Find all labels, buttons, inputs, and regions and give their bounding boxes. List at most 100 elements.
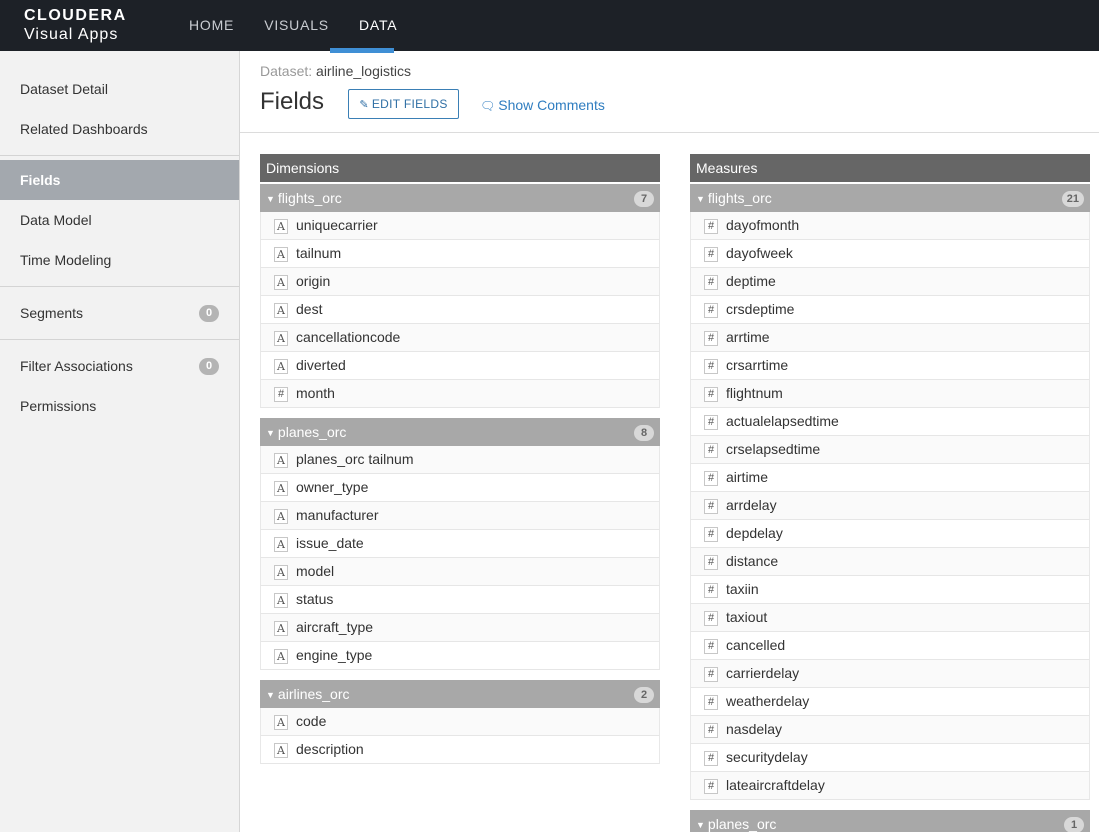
field-row[interactable]: # weatherdelay (690, 688, 1090, 716)
field-row[interactable]: # taxiin (690, 576, 1090, 604)
field-row[interactable]: Amanufacturer (260, 502, 660, 530)
caret-down-icon: ▼ (266, 194, 275, 204)
numeric-type-icon: # (704, 415, 718, 430)
field-row[interactable]: Adest (260, 296, 660, 324)
section-header[interactable]: ▼ airlines_orc 2 (260, 680, 660, 708)
field-count-badge: 21 (1061, 191, 1084, 207)
field-name: deptime (726, 273, 776, 289)
field-name: distance (726, 553, 779, 569)
field-row[interactable]: Adescription (260, 736, 660, 764)
sidebar-item-segments[interactable]: Segments 0 (0, 293, 239, 333)
field-row[interactable]: Amodel (260, 558, 660, 586)
sidebar-group-segments: Segments 0 (0, 287, 239, 340)
section-header[interactable]: ▼ flights_orc 21 (690, 184, 1090, 212)
field-count-badge: 2 (634, 687, 654, 703)
field-row[interactable]: # carrierdelay (690, 660, 1090, 688)
section-header[interactable]: ▼ flights_orc 7 (260, 184, 660, 212)
sidebar-group-modeling: Fields Data Model Time Modeling (0, 156, 239, 287)
nav-home[interactable]: HOME (189, 0, 234, 51)
sidebar-item-related-dashboards[interactable]: Related Dashboards (0, 109, 239, 149)
dataset-name: airline_logistics (316, 63, 411, 79)
field-row[interactable]: Aaircraft_type (260, 614, 660, 642)
text-type-icon: A (274, 219, 288, 234)
numeric-type-icon: # (704, 639, 718, 654)
sidebar-item-time-modeling[interactable]: Time Modeling (0, 240, 239, 280)
show-comments-link[interactable]: 🗨 Show Comments (480, 97, 605, 113)
field-row[interactable]: # taxiout (690, 604, 1090, 632)
section-name: flights_orc (277, 190, 342, 206)
field-row[interactable]: # securitydelay (690, 744, 1090, 772)
text-type-icon: A (274, 621, 288, 636)
field-row[interactable]: # flightnum (690, 380, 1090, 408)
numeric-type-icon: # (704, 499, 718, 514)
field-row[interactable]: # arrtime (690, 324, 1090, 352)
field-name: aircraft_type (296, 619, 374, 635)
section-header[interactable]: ▼ planes_orc 8 (260, 418, 660, 446)
numeric-type-icon: # (704, 667, 718, 682)
edit-fields-button[interactable]: ✎ EDIT FIELDS (348, 89, 459, 119)
field-name: depdelay (726, 525, 783, 541)
field-row[interactable]: Acancellationcode (260, 324, 660, 352)
field-row[interactable]: Aengine_type (260, 642, 660, 670)
sidebar-item-fields[interactable]: Fields (0, 160, 239, 200)
sidebar-item-segments-label: Segments (20, 305, 84, 321)
caret-down-icon: ▼ (696, 820, 705, 830)
text-type-icon: A (274, 359, 288, 374)
sidebar-item-permissions[interactable]: Permissions (0, 386, 239, 426)
field-row[interactable]: # nasdelay (690, 716, 1090, 744)
field-row[interactable]: Adiverted (260, 352, 660, 380)
sidebar-item-data-model[interactable]: Data Model (0, 200, 239, 240)
field-row[interactable]: # crsdeptime (690, 296, 1090, 324)
field-name: securitydelay (726, 749, 808, 765)
text-type-icon: A (274, 649, 288, 664)
field-name: month (296, 385, 335, 401)
field-name: uniquecarrier (296, 217, 378, 233)
nav-data[interactable]: DATA (359, 0, 397, 51)
numeric-type-icon: # (704, 247, 718, 262)
caret-down-icon: ▼ (266, 428, 275, 438)
numeric-type-icon: # (704, 583, 718, 598)
sidebar-item-dataset-detail[interactable]: Dataset Detail (0, 69, 239, 109)
field-row[interactable]: Atailnum (260, 240, 660, 268)
field-row[interactable]: # depdelay (690, 520, 1090, 548)
field-row[interactable]: Auniquecarrier (260, 212, 660, 240)
field-row[interactable]: # crselapsedtime (690, 436, 1090, 464)
field-row[interactable]: Aorigin (260, 268, 660, 296)
field-row[interactable]: # actualelapsedtime (690, 408, 1090, 436)
field-row[interactable]: # deptime (690, 268, 1090, 296)
dimensions-section: ▼ planes_orc 8 Aplanes_orc tailnum Aowner_ty… (260, 418, 660, 670)
field-row[interactable]: # distance (690, 548, 1090, 576)
field-name: diverted (296, 357, 346, 373)
numeric-type-icon: # (704, 751, 718, 766)
field-row[interactable]: # dayofweek (690, 240, 1090, 268)
field-row[interactable]: Aowner_type (260, 474, 660, 502)
field-name: dayofmonth (726, 217, 800, 233)
field-row[interactable]: Aplanes_orc tailnum (260, 446, 660, 474)
field-row[interactable]: Astatus (260, 586, 660, 614)
field-row[interactable]: Acode (260, 708, 660, 736)
comment-bubble-icon: 🗨 (480, 99, 496, 113)
section-header[interactable]: ▼ planes_orc 1 (690, 810, 1090, 832)
field-count-badge: 1 (1064, 817, 1084, 832)
field-row[interactable]: # lateaircraftdelay (690, 772, 1090, 800)
field-name: manufacturer (296, 507, 379, 523)
field-row[interactable]: # dayofmonth (690, 212, 1090, 240)
cloudera-logo[interactable]: CLOUDERA Visual Apps (24, 7, 127, 45)
field-name: flightnum (726, 385, 783, 401)
field-name: weatherdelay (726, 693, 810, 709)
field-row[interactable]: # airtime (690, 464, 1090, 492)
field-row[interactable]: # cancelled (690, 632, 1090, 660)
field-name: arrdelay (726, 497, 777, 513)
field-row[interactable]: # crsarrtime (690, 352, 1090, 380)
page-title: Fields (260, 88, 325, 115)
field-row[interactable]: # month (260, 380, 660, 408)
section-name: planes_orc (707, 816, 777, 832)
numeric-type-icon: # (704, 387, 718, 402)
field-row[interactable]: Aissue_date (260, 530, 660, 558)
segments-count-badge: 0 (199, 305, 219, 322)
field-row[interactable]: # arrdelay (690, 492, 1090, 520)
nav-visuals[interactable]: VISUALS (264, 0, 329, 51)
sidebar-item-filter-associations[interactable]: Filter Associations 0 (0, 346, 239, 386)
breadcrumb: Dataset: airline_logistics (260, 63, 411, 79)
numeric-type-icon: # (704, 611, 718, 626)
